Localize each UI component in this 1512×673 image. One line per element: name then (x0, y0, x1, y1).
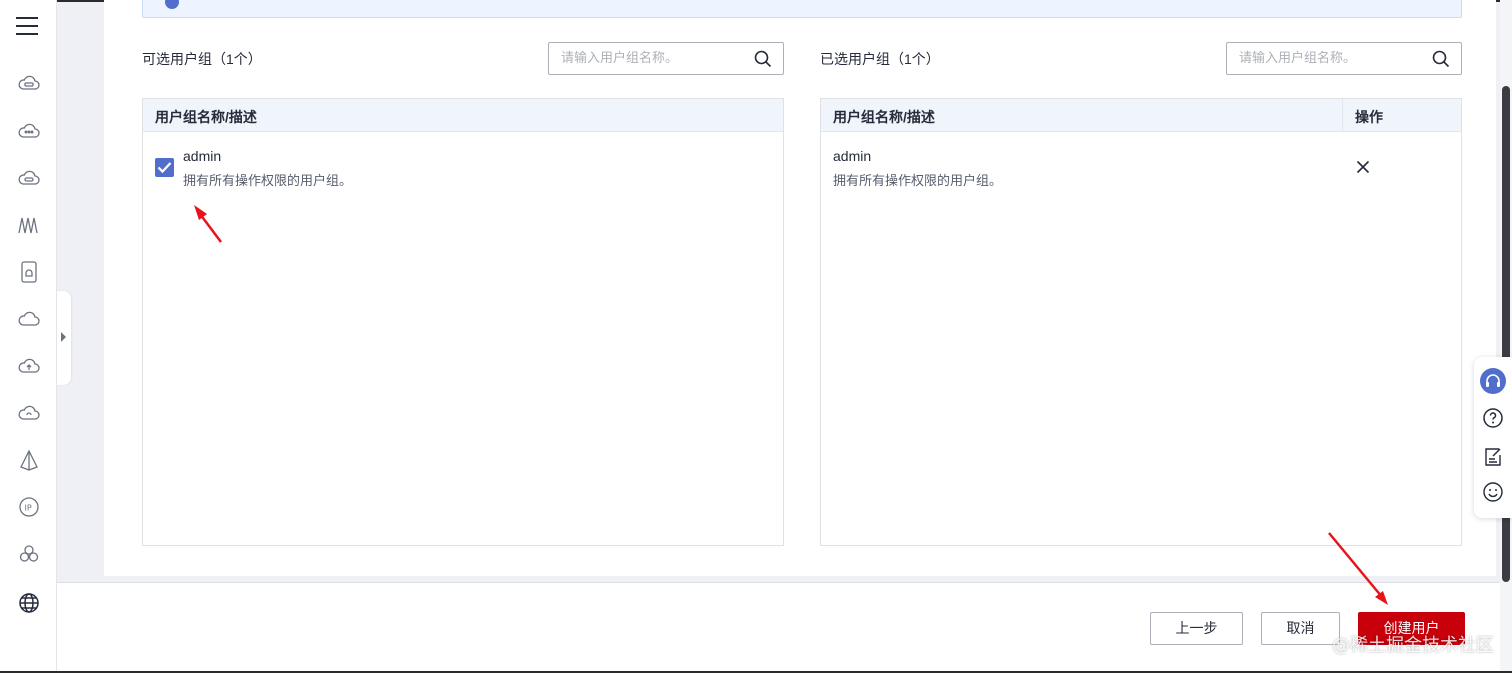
triangle-icon[interactable] (17, 448, 41, 472)
column-header-name: 用户组名称/描述 (833, 109, 935, 125)
table-header: 用户组名称/描述 (143, 99, 783, 132)
help-icon[interactable] (1480, 405, 1506, 431)
cloud-icon[interactable] (17, 307, 41, 331)
previous-step-button[interactable]: 上一步 (1150, 612, 1243, 645)
cloud-refresh-icon[interactable] (17, 401, 41, 425)
watermark: @稀土掘金技术社区 (1332, 635, 1494, 656)
selected-groups-title: 已选用户组（1个） (820, 51, 940, 67)
ip-icon[interactable]: IP (17, 495, 41, 519)
floating-tool-rail (1474, 357, 1512, 518)
row-group-description: 拥有所有操作权限的用户组。 (183, 173, 353, 188)
row-group-description: 拥有所有操作权限的用户组。 (833, 173, 1003, 188)
cloud-server-icon[interactable] (17, 72, 41, 96)
cluster-icon[interactable] (17, 542, 41, 566)
footer-action-bar: 上一步 取消 创建用户 (57, 582, 1512, 673)
sidebar-expand-handle[interactable] (57, 291, 71, 385)
vertical-scrollbar[interactable] (1500, 0, 1512, 673)
menu-icon[interactable] (16, 17, 38, 37)
available-groups-table: 用户组名称/描述 admin 拥有所有操作权限的用户组。 (142, 98, 784, 546)
info-banner (142, 0, 1462, 18)
search-icon[interactable] (754, 50, 772, 68)
cancel-button[interactable]: 取消 (1261, 612, 1340, 645)
checkmark-icon (157, 162, 172, 174)
cloud-database-icon[interactable] (17, 166, 41, 190)
search-icon[interactable] (1432, 50, 1450, 68)
content-card: 可选用户组（1个） 用户组名称/描述 admin 拥有所有操作权限的用户组。 已… (104, 0, 1496, 576)
cloud-dots-icon[interactable] (17, 119, 41, 143)
caret-right-icon (61, 332, 66, 342)
available-groups-title: 可选用户组（1个） (142, 51, 262, 67)
selected-search-input[interactable] (1239, 50, 1419, 65)
left-sidebar: IP (0, 0, 57, 673)
waveform-icon[interactable] (17, 213, 41, 237)
smiley-icon[interactable] (1480, 479, 1506, 505)
table-header: 用户组名称/描述 操作 (821, 99, 1461, 132)
column-divider (1342, 99, 1343, 132)
selected-search-box[interactable] (1226, 42, 1462, 75)
available-search-box[interactable] (548, 42, 784, 75)
feedback-edit-icon[interactable] (1480, 444, 1506, 470)
customer-service-icon[interactable] (1480, 368, 1506, 394)
svg-text:IP: IP (25, 504, 32, 513)
column-header-action: 操作 (1355, 109, 1383, 125)
info-icon (165, 0, 179, 9)
cloud-upload-icon[interactable] (17, 354, 41, 378)
close-icon[interactable] (1356, 160, 1370, 174)
selected-groups-table: 用户组名称/描述 操作 admin 拥有所有操作权限的用户组。 (820, 98, 1462, 546)
row-group-name: admin (183, 148, 222, 164)
row-group-name: admin (833, 148, 872, 164)
available-search-input[interactable] (561, 50, 741, 65)
globe-icon[interactable] (17, 591, 41, 615)
device-icon[interactable] (17, 260, 41, 284)
row-checkbox[interactable] (155, 158, 174, 177)
column-header-name: 用户组名称/描述 (155, 109, 257, 125)
